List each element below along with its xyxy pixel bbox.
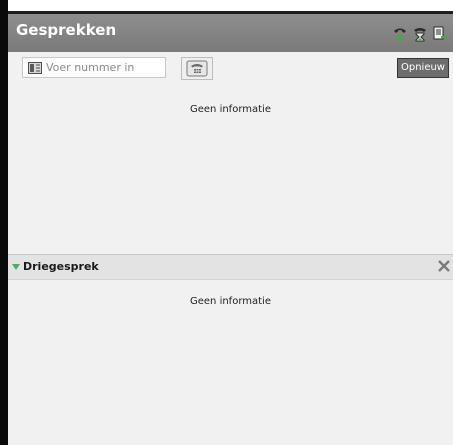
- calls-panel: Gesprekken Voer nummer in Opnieuw Geen i…: [8, 14, 453, 445]
- toolbar: Opnieuw: [8, 52, 453, 82]
- dial-button[interactable]: [181, 57, 213, 80]
- header-icons: [393, 26, 447, 42]
- address-book-icon[interactable]: [28, 61, 42, 74]
- panel-title: Gesprekken: [16, 21, 117, 39]
- expand-triangle-icon[interactable]: [12, 264, 20, 270]
- notes-icon[interactable]: [433, 26, 447, 42]
- calls-empty-text: Geen informatie: [190, 104, 271, 115]
- calls-list: Geen informatie: [8, 82, 453, 256]
- number-search-box[interactable]: [22, 57, 166, 78]
- number-input[interactable]: [42, 61, 164, 74]
- close-icon[interactable]: [437, 258, 451, 274]
- panel-header: Gesprekken: [8, 14, 453, 52]
- conference-list: Geen informatie: [8, 280, 453, 445]
- calls-widget: Gesprekken Voer nummer in Opnieuw Geen i…: [0, 0, 453, 445]
- conference-empty-text: Geen informatie: [190, 296, 271, 307]
- retry-button[interactable]: Opnieuw: [396, 58, 449, 78]
- conference-header[interactable]: Driegesprek: [8, 254, 453, 280]
- conference-title: Driegesprek: [23, 260, 99, 273]
- left-border: [0, 0, 8, 445]
- hourglass-icon[interactable]: [413, 26, 427, 42]
- phone-green-icon[interactable]: [393, 26, 407, 42]
- phone-keypad-icon: [186, 60, 208, 77]
- top-border: [0, 0, 453, 14]
